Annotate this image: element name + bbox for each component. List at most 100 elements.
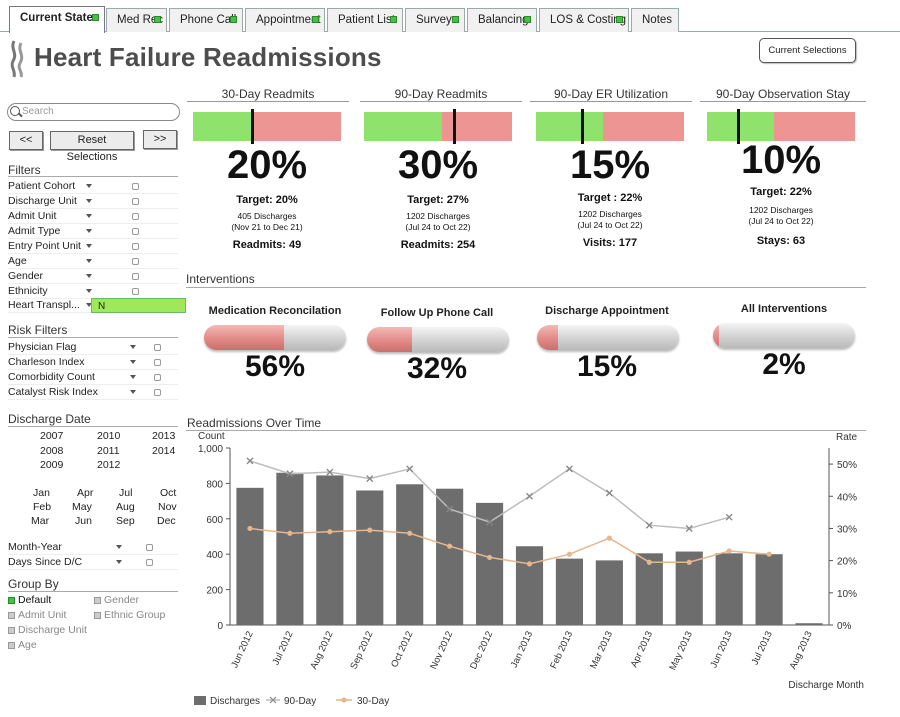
reset-selections-button[interactable]: Reset Selections <box>50 131 134 163</box>
selected-value[interactable]: N <box>91 298 186 313</box>
checkbox[interactable] <box>154 344 161 351</box>
tab-label: Current State <box>20 12 93 24</box>
checkbox[interactable] <box>146 559 153 566</box>
dropdown-icon[interactable] <box>86 184 92 188</box>
filter-admit-type[interactable]: Admit Type <box>8 224 178 239</box>
checkbox[interactable] <box>132 243 139 250</box>
tab-phone-call[interactable]: Phone Call <box>169 8 243 32</box>
year-item[interactable]: 2009 <box>40 459 63 471</box>
dropdown-icon[interactable] <box>86 259 92 263</box>
tab-current-state[interactable]: Current State <box>9 6 105 33</box>
checkbox[interactable] <box>132 273 139 280</box>
x-axis-label: Discharge Month <box>788 680 864 691</box>
group-by-gender[interactable]: Gender <box>94 594 139 606</box>
y-tick-label-left: 0 <box>217 621 223 632</box>
filter-physician-flag[interactable]: Physician Flag <box>8 340 178 355</box>
filter-age[interactable]: Age <box>8 254 178 269</box>
current-selections-button[interactable]: Current Selections <box>759 38 856 63</box>
dropdown-icon[interactable] <box>130 345 136 349</box>
checkbox[interactable] <box>132 213 139 220</box>
checkbox[interactable] <box>132 258 139 265</box>
group-by-admit-unit[interactable]: Admit Unit <box>8 609 66 621</box>
month-item[interactable]: Oct <box>160 487 176 499</box>
filter-entry-point-unit[interactable]: Entry Point Unit <box>8 239 178 254</box>
dropdown-icon[interactable] <box>130 360 136 364</box>
tab-med-rec[interactable]: Med Rec <box>106 8 167 32</box>
point-90-day <box>605 489 613 497</box>
dropdown-icon[interactable] <box>86 244 92 248</box>
filter-month-year[interactable]: Month-Year <box>8 540 178 555</box>
x-tick-label: Oct 2012 <box>389 630 415 670</box>
month-item[interactable]: Aug <box>116 501 135 513</box>
month-item[interactable]: Jan <box>33 487 50 499</box>
month-item[interactable]: Feb <box>33 501 51 513</box>
year-item[interactable]: 2010 <box>97 430 120 442</box>
dropdown-icon[interactable] <box>130 390 136 394</box>
search-input[interactable]: Search <box>7 103 180 121</box>
year-item[interactable]: 2011 <box>97 445 120 457</box>
x-tick-label: Mar 2013 <box>588 630 615 671</box>
dropdown-icon[interactable] <box>86 214 92 218</box>
intervention-value: 15% <box>576 350 638 383</box>
tab-appointment[interactable]: Appointment <box>245 8 325 32</box>
dropdown-icon[interactable] <box>116 560 122 564</box>
filter-patient-cohort[interactable]: Patient Cohort <box>8 179 178 194</box>
legend-swatch-discharges <box>194 696 206 705</box>
year-item[interactable]: 2012 <box>97 459 120 471</box>
group-by-discharge-unit[interactable]: Discharge Unit <box>8 624 87 636</box>
month-item[interactable]: Jul <box>119 487 132 499</box>
checkbox[interactable] <box>146 544 153 551</box>
tab-label: Appointment <box>256 14 321 26</box>
year-item[interactable]: 2008 <box>40 445 63 457</box>
filter-discharge-unit[interactable]: Discharge Unit <box>8 194 178 209</box>
x-tick-label: Aug 2013 <box>788 630 815 672</box>
point-30-day <box>486 554 493 561</box>
group-by-age[interactable]: Age <box>8 639 37 651</box>
dropdown-icon[interactable] <box>86 274 92 278</box>
kpi-gauge <box>707 109 855 144</box>
tab-notes[interactable]: Notes <box>631 8 679 32</box>
checkbox[interactable] <box>154 374 161 381</box>
checkbox[interactable] <box>132 183 139 190</box>
filter-days-since-dc[interactable]: Days Since D/C <box>8 555 178 570</box>
filter-catalyst-risk-index[interactable]: Catalyst Risk Index <box>8 385 178 400</box>
month-item[interactable]: Sep <box>116 515 135 527</box>
kpi-target: Target: 20% <box>236 194 298 206</box>
filter-comorbidity-count[interactable]: Comorbidity Count <box>8 370 178 385</box>
month-item[interactable]: May <box>72 501 92 513</box>
month-item[interactable]: Dec <box>157 515 176 527</box>
tab-balancing[interactable]: Balancing <box>467 8 537 32</box>
page-title: Heart Failure Readmissions <box>34 42 382 72</box>
filter-gender[interactable]: Gender <box>8 269 178 284</box>
tab-patient-list[interactable]: Patient List <box>327 8 403 32</box>
checkbox[interactable] <box>154 359 161 366</box>
back-button[interactable]: << <box>9 131 43 150</box>
checkbox[interactable] <box>132 288 139 295</box>
filter-heart-transplant[interactable]: Heart Transpl... N <box>8 298 186 313</box>
filter-admit-unit[interactable]: Admit Unit <box>8 209 178 224</box>
dropdown-icon[interactable] <box>116 545 122 549</box>
year-item[interactable]: 2007 <box>40 430 63 442</box>
filter-ethnicity[interactable]: Ethnicity <box>8 284 178 299</box>
group-by-ethnic-group[interactable]: Ethnic Group <box>94 609 165 621</box>
tab-label: LOS & Costing <box>550 14 627 26</box>
month-item[interactable]: Nov <box>158 501 177 513</box>
checkbox[interactable] <box>132 228 139 235</box>
tab-surveys[interactable]: Surveys <box>405 8 465 32</box>
month-item[interactable]: Mar <box>31 515 49 527</box>
checkbox[interactable] <box>132 198 139 205</box>
filter-charleson-index[interactable]: Charleson Index <box>8 355 178 370</box>
month-item[interactable]: Apr <box>77 487 93 499</box>
forward-button[interactable]: >> <box>143 130 177 149</box>
year-item[interactable]: 2013 <box>152 430 175 442</box>
dropdown-icon[interactable] <box>86 229 92 233</box>
checkbox[interactable] <box>154 389 161 396</box>
group-by-default[interactable]: Default <box>8 594 51 606</box>
gauge-red <box>254 112 341 141</box>
dropdown-icon[interactable] <box>130 375 136 379</box>
dropdown-icon[interactable] <box>86 289 92 293</box>
dropdown-icon[interactable] <box>86 199 92 203</box>
tab-los-costing[interactable]: LOS & Costing <box>539 8 629 32</box>
year-item[interactable]: 2014 <box>152 445 175 457</box>
month-item[interactable]: Jun <box>75 515 92 527</box>
